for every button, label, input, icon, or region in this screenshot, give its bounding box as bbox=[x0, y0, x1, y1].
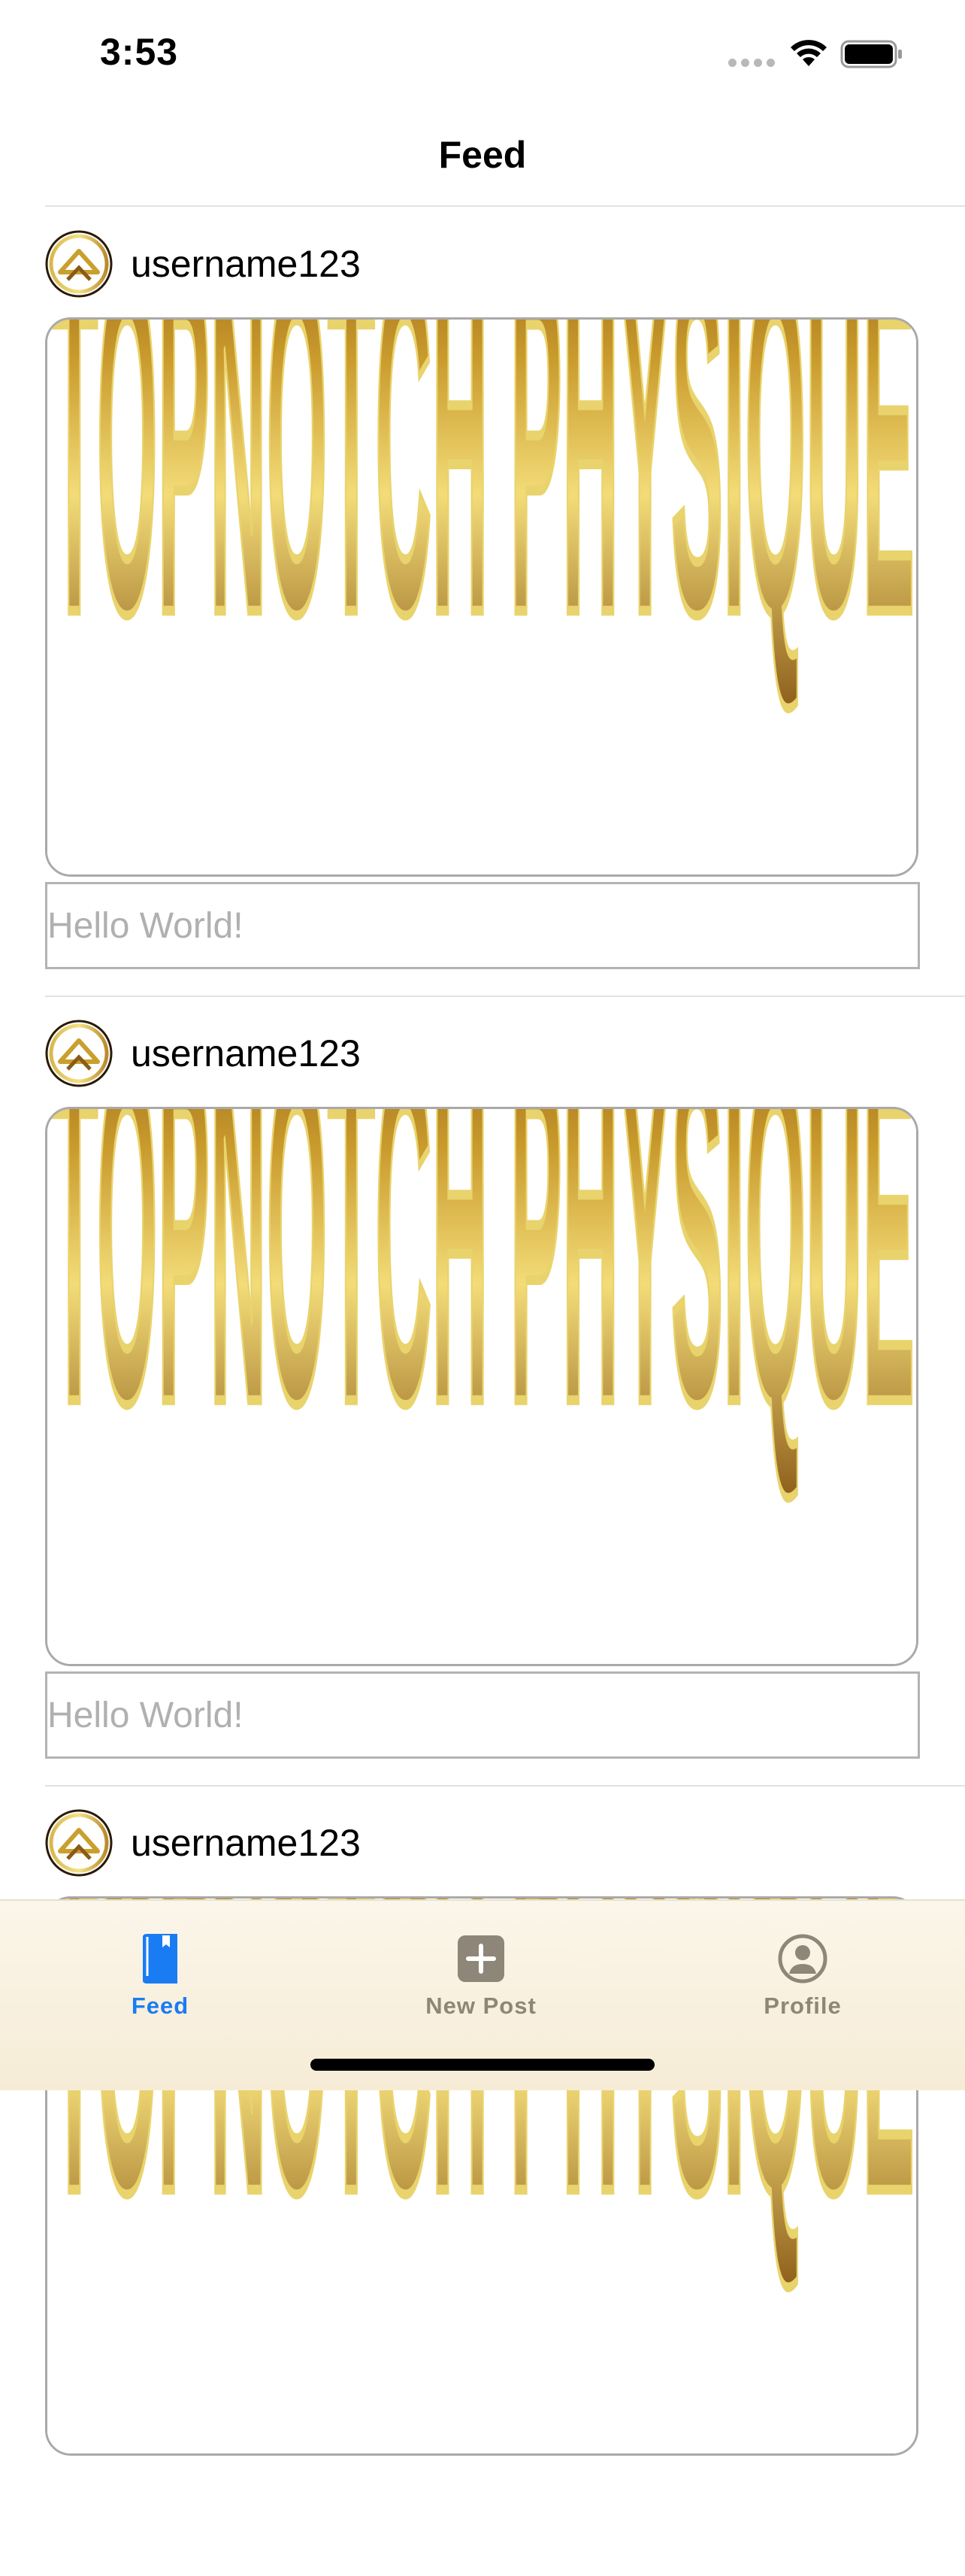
person-circle-icon bbox=[778, 1934, 827, 1984]
tab-label: Feed bbox=[131, 1993, 189, 2019]
tab-label: New Post bbox=[425, 1993, 537, 2019]
post-image-text: TOPNOTCH PHYSIQUE bbox=[50, 320, 915, 717]
cellular-signal-icon bbox=[728, 59, 775, 68]
post-image-text: TOPNOTCH PHYSIQUE bbox=[50, 1109, 915, 1506]
tab-profile[interactable]: Profile bbox=[705, 1914, 900, 2027]
post-username[interactable]: username123 bbox=[131, 230, 361, 298]
avatar[interactable] bbox=[45, 230, 113, 298]
nav-bar: Feed bbox=[0, 105, 965, 205]
feed-post: username123 TOPNOTCH PHYSIQUE bbox=[0, 208, 965, 997]
post-image[interactable]: TOPNOTCH PHYSIQUE bbox=[45, 317, 918, 877]
caption-input[interactable] bbox=[45, 882, 920, 969]
plus-square-icon bbox=[458, 1935, 504, 1982]
feed-post: username123 TOPNOTCH PHYSIQUE bbox=[0, 997, 965, 1787]
tab-label: Profile bbox=[764, 1993, 842, 2019]
avatar[interactable] bbox=[45, 1809, 113, 1877]
post-username[interactable]: username123 bbox=[131, 1809, 361, 1877]
page-title: Feed bbox=[438, 134, 527, 176]
wifi-icon bbox=[791, 40, 827, 66]
tab-new-post[interactable]: New Post bbox=[383, 1914, 579, 2027]
post-image[interactable]: TOPNOTCH PHYSIQUE bbox=[45, 1107, 918, 1666]
status-time: 3:53 bbox=[100, 31, 179, 73]
caption-input[interactable] bbox=[45, 1671, 920, 1759]
book-icon bbox=[143, 1934, 177, 1984]
home-indicator[interactable] bbox=[310, 2059, 655, 2071]
tab-feed[interactable]: Feed bbox=[62, 1914, 258, 2027]
avatar[interactable] bbox=[45, 1020, 113, 1087]
post-username[interactable]: username123 bbox=[131, 1020, 361, 1087]
nav-divider bbox=[45, 205, 965, 207]
status-bar: 3:53 bbox=[0, 0, 965, 105]
battery-icon bbox=[840, 40, 902, 68]
